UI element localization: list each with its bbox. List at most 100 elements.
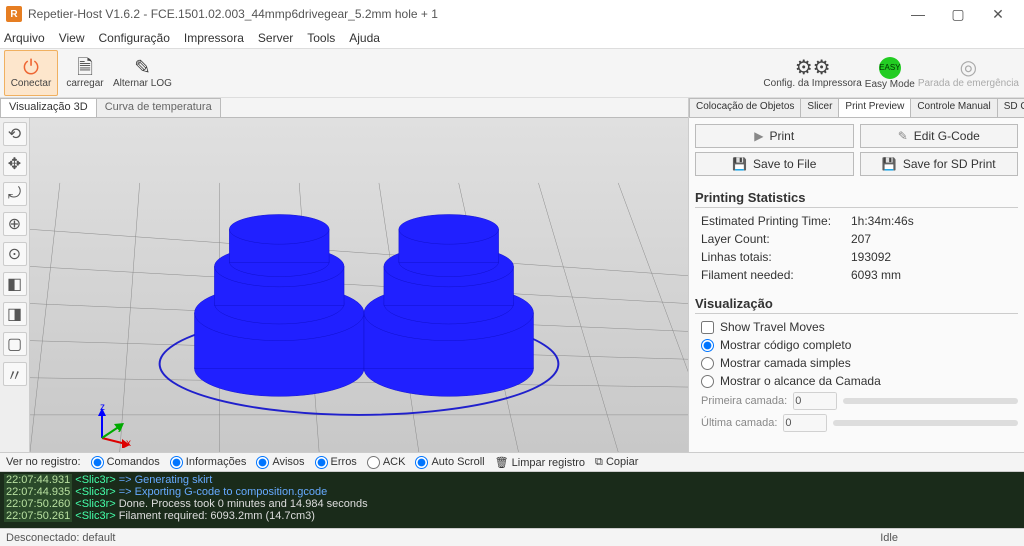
viz-heading: Visualização: [695, 296, 1018, 314]
3d-viewport[interactable]: z y x: [30, 118, 688, 452]
easy-mode-button[interactable]: EASY Easy Mode: [863, 50, 917, 96]
connect-button[interactable]: ⏻ Conectar: [4, 50, 58, 96]
easymode-label: Easy Mode: [865, 79, 915, 90]
view-top-button[interactable]: ▢: [3, 332, 27, 356]
tab-print-preview[interactable]: Print Preview: [838, 98, 911, 117]
full-code-input[interactable]: [701, 339, 714, 352]
first-layer-label: Primeira camada:: [701, 395, 787, 407]
log-line: 22:07:44.931 <Slic3r> => Generating skir…: [4, 474, 1020, 486]
close-button[interactable]: ✕: [978, 0, 1018, 28]
stats-grid: Estimated Printing Time: 1h:34m:46s Laye…: [695, 214, 1018, 282]
tab-sd-card[interactable]: SD Card: [997, 98, 1024, 117]
status-bar: Desconectado: default Idle: [0, 528, 1024, 546]
connect-label: Conectar: [11, 78, 52, 89]
menu-config[interactable]: Configuração: [98, 31, 169, 45]
filter-warnings[interactable]: Avisos: [256, 456, 304, 469]
emergency-stop-button[interactable]: ◎ Parada de emergência: [917, 50, 1020, 96]
view-front-button[interactable]: ◨: [3, 302, 27, 326]
save-sd-button[interactable]: 💾 Save for SD Print: [860, 152, 1019, 176]
idle-status: Idle: [880, 532, 898, 544]
log-output[interactable]: 22:07:44.931 <Slic3r> => Generating skir…: [0, 472, 1024, 528]
single-layer-input[interactable]: [701, 357, 714, 370]
log-filter-bar: Ver no registro: Comandos Informações Av…: [0, 452, 1024, 472]
layer-range-radio[interactable]: Mostrar o alcance da Camada: [701, 374, 1018, 388]
print-button[interactable]: ▶ Print: [695, 124, 854, 148]
printer-config-button[interactable]: ⚙⚙ Config. da Impressora: [762, 50, 862, 96]
show-travel-checkbox[interactable]: Show Travel Moves: [701, 320, 1018, 334]
printerconfig-label: Config. da Impressora: [763, 78, 861, 89]
filter-errors[interactable]: Erros: [315, 456, 357, 469]
clear-log-button[interactable]: 🗑 Limpar registro: [495, 456, 585, 469]
zoom-in-button[interactable]: ⊕: [3, 212, 27, 236]
first-layer-spinner[interactable]: [793, 392, 837, 410]
full-code-radio[interactable]: Mostrar código completo: [701, 338, 1018, 352]
rotate-view-button[interactable]: ⤾: [3, 182, 27, 206]
edit-icon: ✎: [898, 129, 908, 143]
tab-object-placement[interactable]: Colocação de Objetos: [689, 98, 801, 117]
line-count-label: Linhas totais:: [701, 250, 851, 264]
togglelog-label: Alternar LOG: [113, 78, 172, 89]
save-icon: 💾: [882, 157, 897, 171]
save-icon: 💾: [732, 157, 747, 171]
parallel-view-button[interactable]: 〃: [3, 362, 27, 386]
reset-view-button[interactable]: ⟲: [3, 122, 27, 146]
axis-z-label: z: [100, 402, 105, 413]
toggle-log-button[interactable]: ✎ Alternar LOG: [112, 50, 173, 96]
filter-info[interactable]: Informações: [170, 456, 247, 469]
app-icon: R: [6, 6, 22, 22]
axis-y-label: y: [118, 422, 123, 433]
emergency-icon: ◎: [960, 58, 977, 78]
log-line: 22:07:44.935 <Slic3r> => Exporting G-cod…: [4, 486, 1020, 498]
tab-temperature-curve[interactable]: Curva de temperatura: [96, 98, 221, 117]
title-bar: R Repetier-Host V1.6.2 - FCE.1501.02.003…: [0, 0, 1024, 28]
menu-arquivo[interactable]: Arquivo: [4, 31, 45, 45]
menu-impressora[interactable]: Impressora: [184, 31, 244, 45]
emergency-label: Parada de emergência: [918, 78, 1019, 89]
last-layer-spinner[interactable]: [783, 414, 827, 432]
tab-slicer[interactable]: Slicer: [800, 98, 839, 117]
layer-range-input[interactable]: [701, 375, 714, 388]
menu-tools[interactable]: Tools: [307, 31, 335, 45]
minimize-button[interactable]: —: [898, 0, 938, 28]
est-time-value: 1h:34m:46s: [851, 214, 1018, 228]
tab-manual-control[interactable]: Controle Manual: [910, 98, 997, 117]
filament-label: Filament needed:: [701, 268, 851, 282]
window-title: Repetier-Host V1.6.2 - FCE.1501.02.003_4…: [28, 7, 898, 21]
menu-server[interactable]: Server: [258, 31, 293, 45]
left-tabs: Visualização 3D Curva de temperatura: [0, 98, 688, 118]
copy-log-button[interactable]: ⧉ Copiar: [595, 456, 638, 469]
savefile-label: Save to File: [753, 157, 816, 171]
filter-commands[interactable]: Comandos: [91, 456, 160, 469]
viewport-toolbar: ⟲ ✥ ⤾ ⊕ ⊙ ◧ ◨ ▢ 〃: [0, 118, 30, 452]
first-layer-slider[interactable]: [843, 398, 1018, 404]
move-view-button[interactable]: ✥: [3, 152, 27, 176]
single-layer-radio[interactable]: Mostrar camada simples: [701, 356, 1018, 370]
maximize-button[interactable]: ▢: [938, 0, 978, 28]
view-iso-button[interactable]: ◧: [3, 272, 27, 296]
filter-ack[interactable]: ACK: [367, 456, 406, 469]
menu-bar: Arquivo View Configuração Impressora Ser…: [0, 28, 1024, 48]
print-label: Print: [770, 129, 795, 143]
axis-x-label: x: [126, 438, 131, 449]
save-to-file-button[interactable]: 💾 Save to File: [695, 152, 854, 176]
tab-3d-view[interactable]: Visualização 3D: [0, 98, 97, 117]
first-layer-row: Primeira camada:: [701, 392, 1018, 410]
window-buttons: — ▢ ✕: [898, 0, 1018, 28]
play-icon: ▶: [754, 129, 763, 143]
easy-icon: EASY: [879, 57, 901, 79]
edit-gcode-button[interactable]: ✎Edit G-Code: [860, 124, 1019, 148]
filter-autoscroll[interactable]: Auto Scroll: [415, 456, 484, 469]
last-layer-slider[interactable]: [833, 420, 1018, 426]
menu-view[interactable]: View: [59, 31, 85, 45]
savesd-label: Save for SD Print: [903, 157, 996, 171]
zoom-fit-button[interactable]: ⊙: [3, 242, 27, 266]
est-time-label: Estimated Printing Time:: [701, 214, 851, 228]
menu-ajuda[interactable]: Ajuda: [349, 31, 380, 45]
right-tabs: Colocação de Objetos Slicer Print Previe…: [689, 98, 1024, 118]
load-button[interactable]: 🗎 carregar: [58, 50, 112, 96]
load-label: carregar: [66, 78, 103, 89]
layer-count-label: Layer Count:: [701, 232, 851, 246]
left-panel: Visualização 3D Curva de temperatura ⟲ ✥…: [0, 98, 689, 452]
show-travel-input[interactable]: [701, 321, 714, 334]
document-icon: 🗎: [77, 58, 93, 78]
